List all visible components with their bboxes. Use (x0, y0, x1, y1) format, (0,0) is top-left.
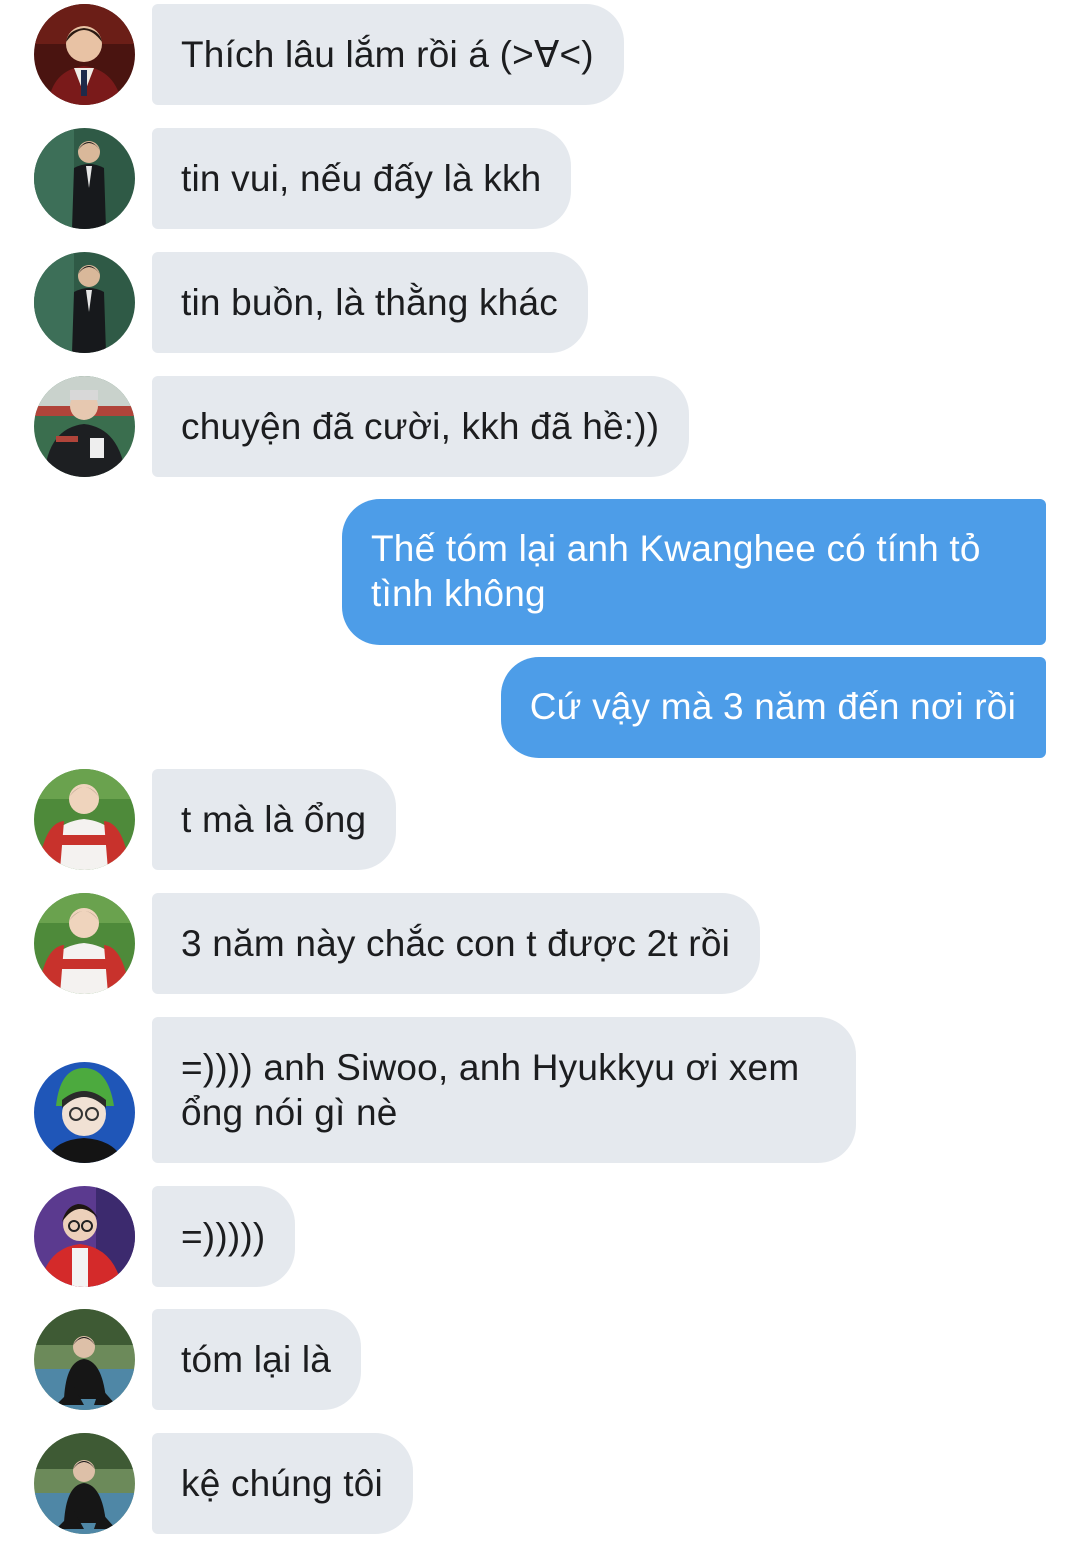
avatar-user-5-image (34, 1062, 135, 1163)
message-text: 3 năm này chắc con t được 2t rồi (181, 923, 731, 964)
message-bubble-incoming[interactable]: t mà là ổng (152, 769, 397, 870)
avatar-user-5[interactable] (34, 1062, 135, 1163)
message-text: =)))) anh Siwoo, anh Hyukkyu ơi xem ổng … (181, 1047, 800, 1133)
message-text: tóm lại là (181, 1339, 332, 1380)
message-text: Thế tóm lại anh Kwanghee có tính tỏ tình… (371, 528, 981, 614)
message-bubble-incoming[interactable]: kệ chúng tôi (152, 1433, 413, 1534)
avatar-user-7-image (34, 1433, 135, 1534)
message-bubble-incoming[interactable]: tóm lại là (152, 1309, 362, 1410)
avatar-user-4[interactable] (34, 893, 135, 994)
message-text: Cứ vậy mà 3 năm đến nơi rồi (529, 686, 1016, 727)
message-bubble-incoming[interactable]: tin vui, nếu đấy là kkh (152, 128, 572, 229)
message-bubble-incoming[interactable]: =)))) anh Siwoo, anh Hyukkyu ơi xem ổng … (152, 1017, 856, 1163)
avatar-user-1[interactable] (34, 4, 135, 105)
avatar-user-2-image (34, 128, 135, 229)
avatar-user-2-image (34, 252, 135, 353)
message-text: =))))) (181, 1216, 266, 1257)
avatar-user-3-image (34, 376, 135, 477)
message-bubble-incoming[interactable]: Thích lâu lắm rồi á (>∀<) (152, 4, 624, 105)
message-text: kệ chúng tôi (181, 1463, 383, 1504)
message-bubble-incoming[interactable]: =))))) (152, 1186, 296, 1287)
message-bubble-incoming[interactable]: chuyện đã cười, kkh đã hề:)) (152, 376, 690, 477)
avatar-user-7[interactable] (34, 1433, 135, 1534)
message-bubble-incoming[interactable]: 3 năm này chắc con t được 2t rồi (152, 893, 761, 994)
avatar-user-2[interactable] (34, 252, 135, 353)
message-bubble-incoming[interactable]: tin buồn, là thằng khác (152, 252, 588, 353)
message-bubble-outgoing[interactable]: Thế tóm lại anh Kwanghee có tính tỏ tình… (342, 499, 1046, 645)
message-text: chuyện đã cười, kkh đã hề:)) (181, 406, 660, 447)
avatar-user-7-image (34, 1309, 135, 1410)
avatar-user-2[interactable] (34, 128, 135, 229)
avatar-user-3[interactable] (34, 376, 135, 477)
message-text: tin vui, nếu đấy là kkh (181, 158, 542, 199)
avatar-user-1-image (34, 4, 135, 105)
message-bubble-outgoing[interactable]: Cứ vậy mà 3 năm đến nơi rồi (500, 657, 1046, 758)
chat-thread: Thích lâu lắm rồi á (>∀<) tin vui, nếu đ… (0, 0, 1080, 1544)
avatar-user-4-image (34, 769, 135, 870)
message-text: tin buồn, là thằng khác (181, 282, 558, 323)
message-text: t mà là ổng (181, 799, 367, 840)
avatar-user-7[interactable] (34, 1309, 135, 1410)
avatar-user-6[interactable] (34, 1186, 135, 1287)
avatar-user-4-image (34, 893, 135, 994)
avatar-user-4[interactable] (34, 769, 135, 870)
message-text: Thích lâu lắm rồi á (>∀<) (181, 34, 594, 75)
avatar-user-6-image (34, 1186, 135, 1287)
